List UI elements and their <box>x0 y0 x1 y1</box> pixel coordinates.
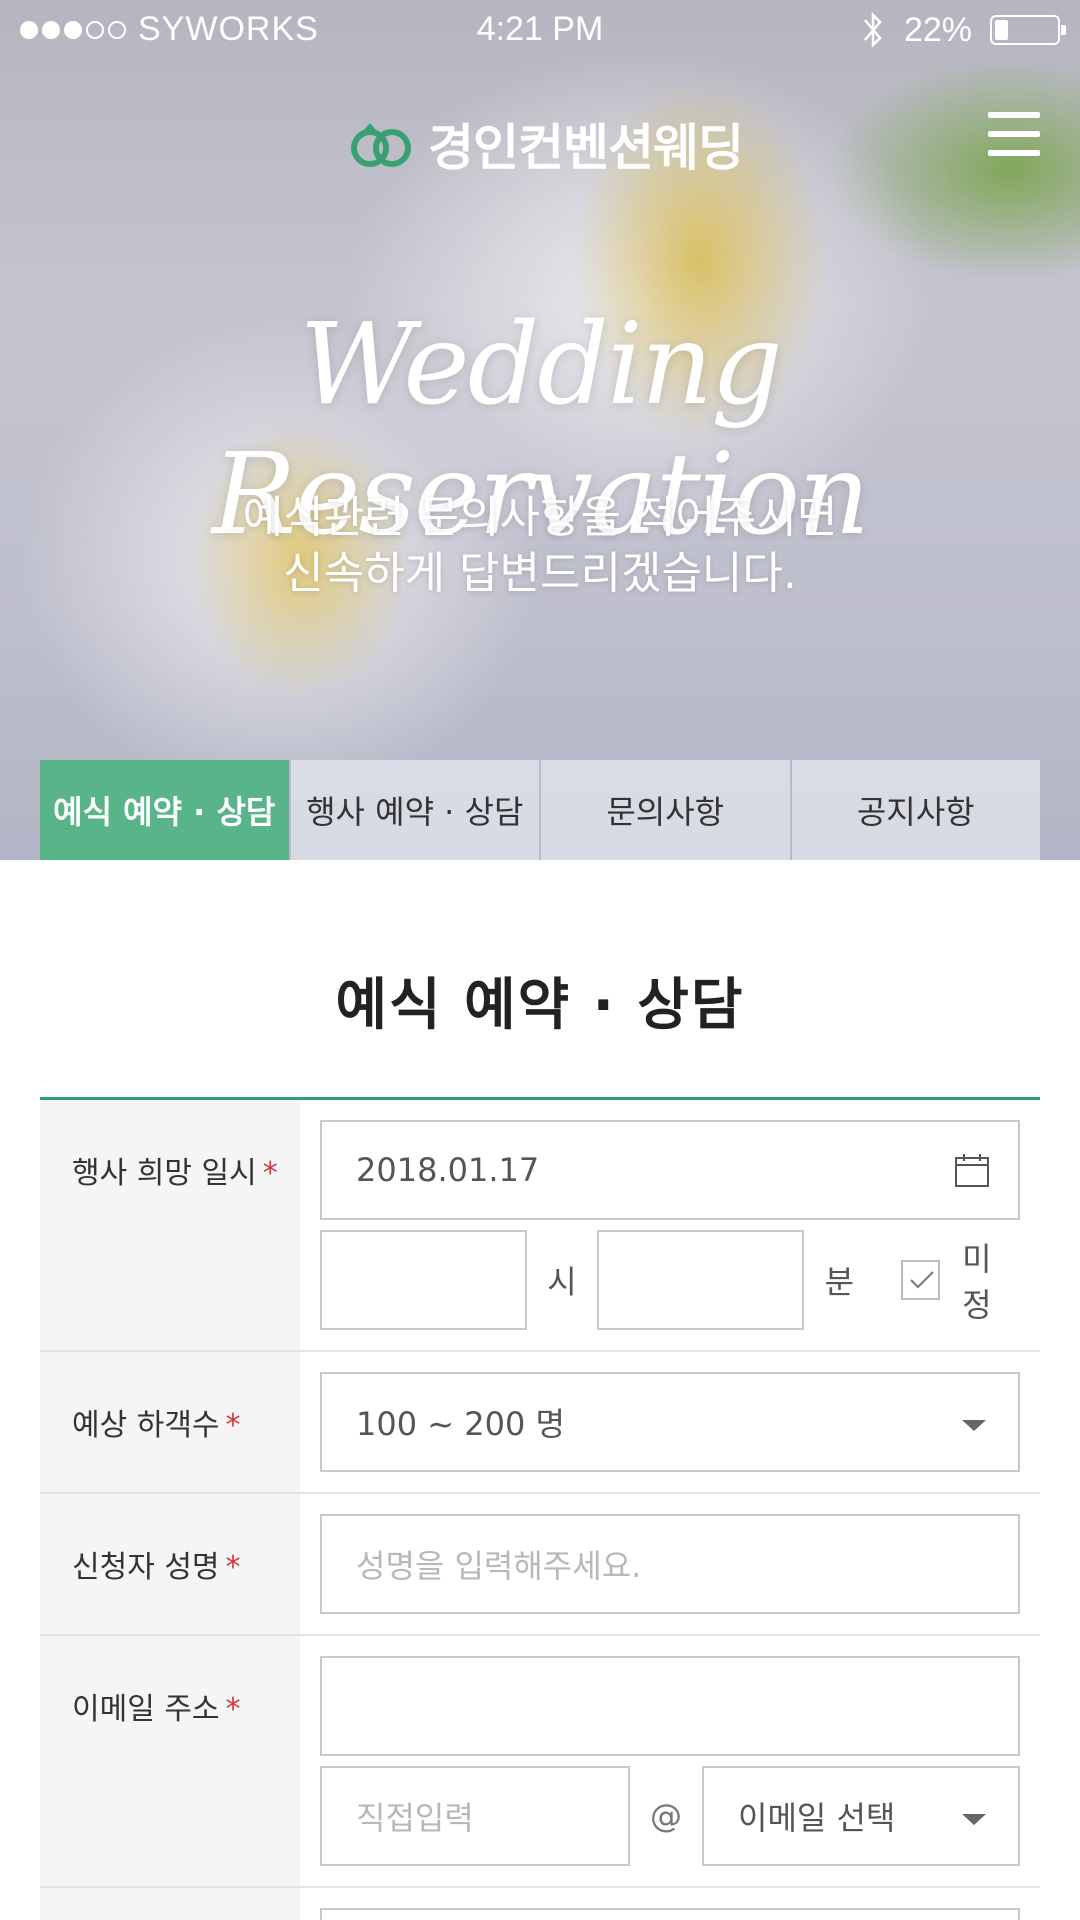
calendar-icon[interactable] <box>954 1152 990 1188</box>
date-fields: 2018.01.17 시 분 미정 <box>300 1100 1040 1350</box>
hour-unit: 시 <box>547 1263 577 1301</box>
dropdown-caret-icon <box>962 1420 986 1431</box>
minute-unit: 분 <box>824 1263 855 1301</box>
tab-event-reservation[interactable]: 행사 예약 · 상담 <box>288 760 539 860</box>
name-label-text: 신청자 성명 <box>72 1550 220 1585</box>
date-label-text: 행사 희망 일시 <box>72 1156 257 1191</box>
name-label: 신청자 성명 * <box>40 1494 300 1634</box>
form-row-email: 이메일 주소 * 직접입력 @ 이메일 선택 <box>40 1636 1040 1888</box>
required-mark: * <box>225 1408 241 1443</box>
email-id-input[interactable] <box>320 1656 1020 1756</box>
form-row-next <box>40 1888 1040 1920</box>
required-mark: * <box>225 1550 241 1585</box>
hour-input[interactable] <box>320 1230 527 1330</box>
date-value: 2018.01.17 <box>356 1151 540 1189</box>
email-domain-input[interactable]: 직접입력 <box>320 1766 630 1866</box>
rings-logo-icon <box>351 123 411 167</box>
undecided-checkbox[interactable] <box>900 1260 941 1300</box>
next-input[interactable] <box>320 1908 1020 1920</box>
email-domain-placeholder: 직접입력 <box>356 1799 474 1837</box>
hero-subtitle: 예식관련 문의사항을 적어주시면 신속하게 답변드리겠습니다. <box>0 490 1080 602</box>
required-mark: * <box>225 1692 241 1727</box>
bluetooth-icon <box>863 11 882 49</box>
name-placeholder: 성명을 입력해주세요. <box>356 1547 642 1585</box>
battery-percent: 22% <box>903 10 972 49</box>
battery-fill <box>995 20 1008 40</box>
guests-select[interactable]: 100 ~ 200 명 <box>320 1372 1020 1472</box>
form-row-date: 행사 희망 일시 * 2018.01.17 시 분 미정 <box>40 1100 1040 1352</box>
tab-inquiries[interactable]: 문의사항 <box>539 760 790 860</box>
tab-notices[interactable]: 공지사항 <box>789 760 1040 860</box>
next-fields <box>300 1888 1040 1920</box>
time-inputs: 시 분 미정 <box>320 1230 1020 1330</box>
name-fields: 성명을 입력해주세요. <box>300 1494 1040 1634</box>
section-title: 예식 예약 · 상담 <box>335 973 745 1038</box>
battery-icon <box>990 15 1066 45</box>
status-right: 22% <box>860 10 1066 50</box>
guests-fields: 100 ~ 200 명 <box>300 1352 1040 1492</box>
guests-selected-value: 100 ~ 200 명 <box>356 1405 565 1443</box>
next-label <box>40 1888 300 1920</box>
date-input[interactable]: 2018.01.17 <box>320 1120 1020 1220</box>
required-mark: * <box>262 1156 278 1191</box>
logo-text: 경인컨벤션웨딩 <box>428 119 744 177</box>
tab-wedding-reservation[interactable]: 예식 예약 · 상담 <box>40 760 289 860</box>
email-domain-select[interactable]: 이메일 선택 <box>702 1766 1020 1866</box>
date-label: 행사 희망 일시 * <box>40 1100 300 1350</box>
email-domain-group: 직접입력 @ 이메일 선택 <box>320 1766 1020 1866</box>
dropdown-caret-icon <box>962 1814 986 1825</box>
form-row-guests: 예상 하객수 * 100 ~ 200 명 <box>40 1352 1040 1494</box>
tab-bar: 예식 예약 · 상담 행사 예약 · 상담 문의사항 공지사항 <box>40 760 1040 860</box>
hamburger-menu-button[interactable] <box>988 112 1040 156</box>
form-row-name: 신청자 성명 * 성명을 입력해주세요. <box>40 1494 1040 1636</box>
at-sign: @ <box>650 1797 682 1835</box>
undecided-label: 미정 <box>962 1240 992 1324</box>
reservation-form: 행사 희망 일시 * 2018.01.17 시 분 미정 예상 하객수 * 10… <box>40 1097 1040 1920</box>
guests-label-text: 예상 하객수 <box>72 1408 220 1443</box>
email-domain-select-value: 이메일 선택 <box>738 1799 896 1837</box>
check-icon <box>909 1271 934 1289</box>
email-label-text: 이메일 주소 <box>72 1692 220 1727</box>
hero-subtitle-line1: 예식관련 문의사항을 적어주시면 <box>242 492 838 543</box>
name-input[interactable]: 성명을 입력해주세요. <box>320 1514 1020 1614</box>
hero-banner: SYWORKS 4:21 PM 22% 경인컨벤션웨딩 Wedding Rese… <box>0 0 1080 860</box>
guests-label: 예상 하객수 * <box>40 1352 300 1492</box>
hero-subtitle-line2: 신속하게 답변드리겠습니다. <box>283 548 797 599</box>
email-fields: 직접입력 @ 이메일 선택 <box>300 1636 1040 1886</box>
email-label: 이메일 주소 * <box>40 1636 300 1886</box>
logo[interactable]: 경인컨벤션웨딩 <box>350 108 744 180</box>
status-bar: SYWORKS 4:21 PM 22% <box>0 0 1080 60</box>
minute-input[interactable] <box>597 1230 804 1330</box>
